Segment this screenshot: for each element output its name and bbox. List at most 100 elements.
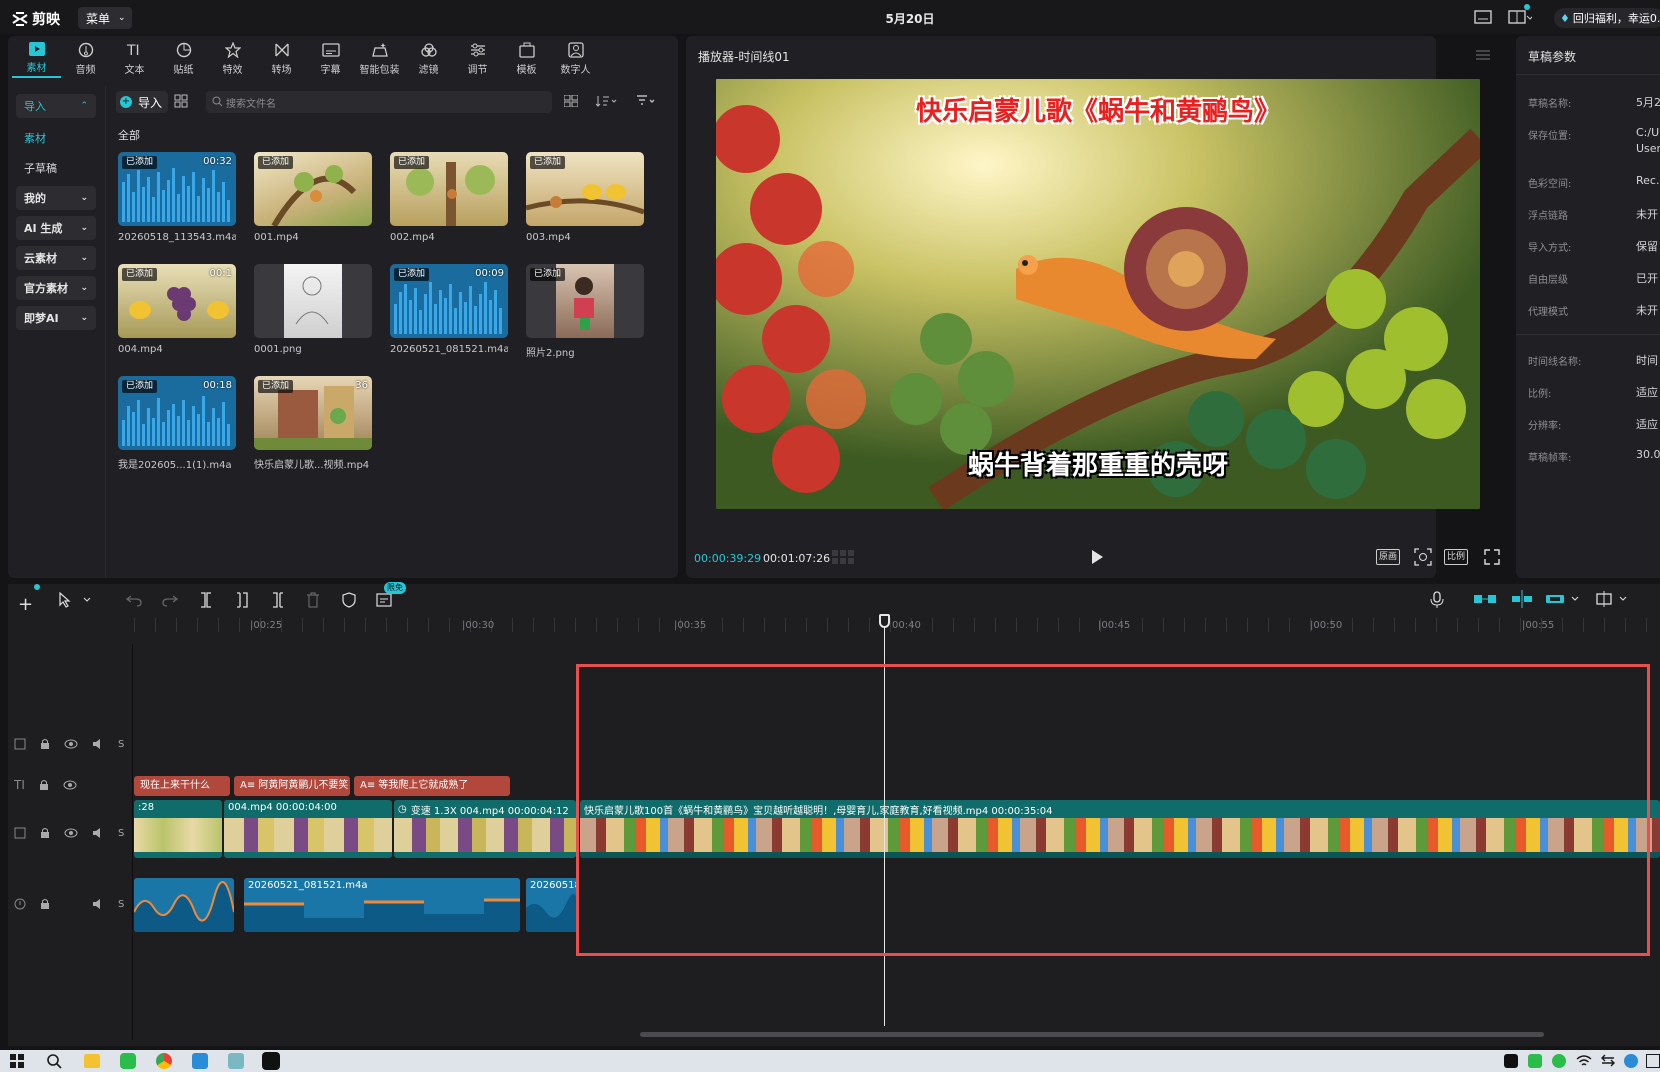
notepad-icon[interactable] (228, 1053, 244, 1069)
tab-sticker[interactable]: 贴纸 (159, 38, 208, 78)
wechat-icon[interactable] (120, 1053, 136, 1069)
sidebar-item-mine[interactable]: 我的 ⌄ (16, 186, 96, 210)
capcut-tray-icon[interactable] (1504, 1054, 1518, 1068)
play-button[interactable] (1090, 549, 1104, 565)
text-clip[interactable]: A≡ 阿黄阿黄鹂儿不要笑 (234, 776, 350, 796)
media-card[interactable]: 已添加 照片2.png (526, 264, 644, 359)
media-card[interactable]: 已添加 00:09 20260521_081521.m4a (390, 264, 508, 355)
shield-icon[interactable] (342, 592, 356, 608)
capcut-taskbar-icon[interactable] (262, 1052, 280, 1070)
ruler-label: |00:45 (1098, 620, 1131, 631)
grid-view-icon[interactable] (174, 94, 188, 108)
layout-icon[interactable] (1508, 9, 1532, 25)
preview-axis-icon[interactable] (1596, 591, 1630, 607)
track-cover-icon[interactable] (14, 827, 26, 839)
filter-icon[interactable] (636, 95, 658, 107)
tab-smart-pack[interactable]: 智能包装 (355, 38, 404, 78)
main-track-magnet-icon[interactable] (1474, 593, 1496, 605)
windows-start-icon[interactable] (10, 1054, 24, 1068)
media-card[interactable]: 已添加 00:1 004.mp4 (118, 264, 236, 355)
linkage-icon[interactable] (1546, 593, 1582, 605)
lock-icon[interactable] (39, 779, 49, 791)
media-card[interactable]: 已添加 00:18 我是202605...1(1).m4a (118, 376, 236, 471)
sidebar-item-material[interactable]: 素材 (16, 126, 96, 150)
frame-grid-icon[interactable] (832, 550, 854, 564)
wechat-tray-icon[interactable] (1528, 1054, 1542, 1068)
eye-icon[interactable] (64, 739, 78, 749)
chrome-icon[interactable] (156, 1053, 172, 1069)
promo-badge[interactable]: ♦ 回归福利，幸运0.. (1554, 8, 1660, 28)
auto-snap-icon[interactable] (1512, 590, 1532, 608)
sidebar-item-cloud[interactable]: 云素材 ⌄ (16, 246, 96, 270)
video-preview[interactable]: 快乐启蒙儿歌《蜗牛和黄鹂鸟》 蜗牛背着那重重的壳呀 (716, 79, 1480, 509)
snapshot-icon[interactable] (1414, 548, 1432, 566)
fullscreen-icon[interactable] (1484, 549, 1500, 565)
tab-template[interactable]: 模板 (502, 38, 551, 78)
vscode-icon[interactable] (192, 1053, 208, 1069)
file-explorer-icon[interactable] (84, 1054, 100, 1068)
player-menu-icon[interactable] (1476, 50, 1490, 60)
track-cover-icon[interactable] (14, 738, 26, 750)
text-clip[interactable]: A≡ 等我爬上它就成熟了 (354, 776, 510, 796)
video-clip[interactable]: 004.mp4 00:00:04:00 (224, 800, 392, 858)
lock-icon[interactable] (40, 827, 50, 839)
import-button[interactable]: + 导入 (116, 91, 168, 113)
eye-icon[interactable] (63, 780, 77, 790)
microphone-icon[interactable] (1430, 591, 1444, 609)
media-card[interactable]: 已添加 003.mp4 (526, 152, 644, 243)
audio-clip[interactable] (134, 878, 234, 932)
media-card[interactable]: 0001.png (254, 264, 372, 355)
split-icon[interactable] (200, 592, 212, 608)
tab-media[interactable]: 素材 (12, 38, 61, 78)
tab-effects[interactable]: 特效 (208, 38, 257, 78)
add-track-icon[interactable]: + (18, 594, 33, 615)
solo-toggle[interactable]: S (118, 739, 124, 750)
view-mode-icon[interactable] (564, 95, 578, 107)
original-quality-button[interactable]: 原画 (1376, 549, 1400, 565)
redo-icon[interactable] (162, 593, 178, 607)
select-tool-icon[interactable] (58, 592, 92, 608)
auto-subtitle-icon[interactable] (376, 592, 394, 608)
speaker-icon[interactable] (92, 828, 104, 838)
undo-icon[interactable] (126, 593, 142, 607)
subtitle-view-icon[interactable] (1474, 9, 1492, 25)
sidebar-item-ai-gen[interactable]: AI 生成 ⌄ (16, 216, 96, 240)
sidebar-item-jimeng[interactable]: 即梦AI ⌄ (16, 306, 96, 330)
tab-digital-human[interactable]: 数字人 (551, 38, 600, 78)
media-card[interactable]: 已添加 00:32 20260518_113543.m4a (118, 152, 236, 243)
solo-toggle[interactable]: S (118, 828, 124, 839)
sidebar-item-official[interactable]: 官方素材 ⌄ (16, 276, 96, 300)
speaker-icon[interactable] (92, 899, 104, 909)
search-icon[interactable] (46, 1053, 62, 1069)
text-clip[interactable]: 现在上来干什么 (134, 776, 230, 796)
sort-icon[interactable] (596, 95, 618, 107)
tab-filter[interactable]: 滤镜 (404, 38, 453, 78)
sidebar-item-draft[interactable]: 子草稿 (16, 156, 96, 180)
audio-clip[interactable]: 20260518 (526, 878, 578, 932)
delete-icon[interactable] (306, 592, 320, 608)
aspect-ratio-button[interactable]: 比例 (1444, 549, 1468, 565)
sidebar-item-import[interactable]: 导入 ⌃ (16, 94, 96, 118)
speaker-icon[interactable] (92, 739, 104, 749)
eye-icon[interactable] (64, 828, 78, 838)
audio-clip[interactable]: 20260521_081521.m4a (244, 878, 520, 932)
timeline-scrollbar[interactable] (640, 1032, 1544, 1037)
solo-toggle[interactable]: S (118, 899, 124, 910)
tab-text[interactable]: TI 文本 (110, 38, 159, 78)
chat-tray-icon[interactable] (1552, 1054, 1566, 1068)
lock-icon[interactable] (40, 898, 50, 910)
tab-transition[interactable]: 转场 (257, 38, 306, 78)
lock-icon[interactable] (40, 738, 50, 750)
tab-subtitle[interactable]: 字幕 (306, 38, 355, 78)
media-card[interactable]: 已添加 001.mp4 (254, 152, 372, 243)
video-clip[interactable]: :28 (134, 800, 222, 858)
media-card[interactable]: 已添加 002.mp4 (390, 152, 508, 243)
search-input[interactable]: 搜索文件名 (206, 91, 552, 113)
tab-adjust[interactable]: 调节 (453, 38, 502, 78)
video-clip[interactable]: ◷ 变速 1.3X 004.mp4 00:00:04:12 (394, 800, 576, 858)
media-card[interactable]: 已添加 36 快乐启蒙儿歌...视频.mp4 (254, 376, 372, 471)
playhead-handle[interactable] (879, 614, 890, 628)
split-left-icon[interactable] (236, 592, 248, 608)
split-right-icon[interactable] (272, 592, 284, 608)
tab-audio[interactable]: 音频 (61, 38, 110, 78)
